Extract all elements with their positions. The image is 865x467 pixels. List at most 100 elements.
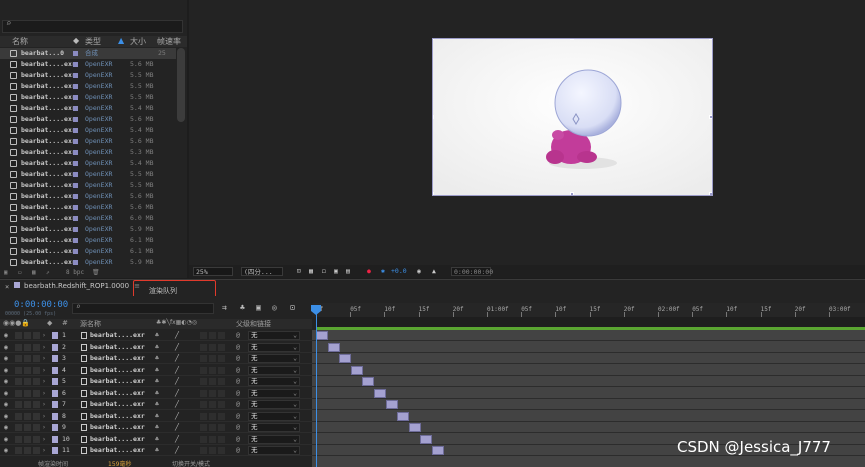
lock-toggle[interactable] [33, 447, 40, 454]
shy-switch-icon[interactable]: ♣ [155, 365, 159, 376]
label-swatch[interactable] [73, 161, 78, 166]
parent-dropdown[interactable]: 无 ⌄ [248, 354, 300, 363]
layer-track[interactable] [312, 353, 865, 364]
solo-toggle[interactable] [24, 378, 31, 385]
new-folder-icon[interactable]: ▭ [18, 269, 22, 276]
project-item[interactable]: bearbat....exr OpenEXR 5.4 MB [0, 103, 176, 114]
expand-chevron-icon[interactable]: › [42, 388, 46, 399]
project-item[interactable]: bearbat....exr OpenEXR 5.6 MB [0, 191, 176, 202]
quality-switch-icon[interactable]: ╱ [175, 353, 179, 364]
quality-switch-icon[interactable]: ╱ [175, 411, 179, 422]
source-name-header[interactable]: 源名称 [80, 319, 101, 329]
switch-box[interactable] [218, 355, 225, 362]
layer-track[interactable] [312, 422, 865, 433]
close-tab-icon[interactable]: × [5, 283, 9, 291]
label-swatch[interactable] [73, 117, 78, 122]
layer-track[interactable] [312, 411, 865, 422]
switch-box[interactable] [218, 447, 225, 454]
bpc-label[interactable]: 8 bpc [66, 269, 84, 276]
shy-switch-icon[interactable]: ♣ [155, 422, 159, 433]
project-item[interactable]: bearbat....exr OpenEXR 5.5 MB [0, 169, 176, 180]
project-item[interactable]: bearbat....exr OpenEXR 5.4 MB [0, 158, 176, 169]
project-item[interactable]: bearbat....exr OpenEXR 5.5 MB [0, 92, 176, 103]
label-swatch[interactable] [73, 227, 78, 232]
switch-box[interactable] [209, 378, 216, 385]
switch-box[interactable] [200, 447, 207, 454]
pickwhip-icon[interactable]: @ [236, 411, 240, 422]
shy-switch-icon[interactable]: ♣ [155, 434, 159, 445]
shy-switch-icon[interactable]: ♣ [155, 376, 159, 387]
lock-toggle[interactable] [33, 435, 40, 443]
label-swatch[interactable] [73, 139, 78, 144]
switch-box[interactable] [218, 366, 225, 374]
audio-toggle[interactable] [15, 401, 22, 408]
pickwhip-icon[interactable]: @ [236, 376, 240, 387]
frame-blend-icon[interactable]: ▣ [256, 303, 261, 312]
audio-toggle[interactable] [15, 447, 22, 454]
parent-dropdown[interactable]: 无 ⌄ [248, 400, 300, 409]
switch-box[interactable] [218, 412, 225, 420]
quality-switch-icon[interactable]: ╱ [175, 376, 179, 387]
layer-label-swatch[interactable] [52, 435, 58, 443]
visibility-eye-icon[interactable]: ◉ [4, 365, 8, 376]
switch-box[interactable] [209, 332, 216, 339]
layer-track[interactable] [312, 330, 865, 341]
zoom-dropdown[interactable]: 25% [193, 267, 233, 276]
label-swatch[interactable] [73, 172, 78, 177]
layer-label-swatch[interactable] [52, 366, 58, 374]
layer-track[interactable] [312, 388, 865, 399]
switch-box[interactable] [209, 447, 216, 454]
shy-switch-icon[interactable]: ♣ [155, 411, 159, 422]
project-item[interactable]: bearbat....exr OpenEXR 5.9 MB [0, 224, 176, 235]
visibility-eye-icon[interactable]: ◉ [4, 330, 8, 341]
solo-toggle[interactable] [24, 355, 31, 362]
switch-box[interactable] [200, 332, 207, 339]
label-swatch[interactable] [73, 260, 78, 265]
expand-chevron-icon[interactable]: › [42, 353, 46, 364]
toggle-switches-modes[interactable]: 切换开关/模式 [172, 459, 210, 467]
label-swatch[interactable] [73, 216, 78, 221]
switch-box[interactable] [200, 343, 207, 351]
column-name[interactable]: 名称 [12, 36, 28, 47]
solo-toggle[interactable] [24, 435, 31, 443]
audio-toggle[interactable] [15, 366, 22, 374]
pickwhip-icon[interactable]: @ [236, 353, 240, 364]
region-icon[interactable]: ⊡ [297, 267, 301, 275]
pickwhip-icon[interactable]: @ [236, 399, 240, 410]
mask-icon[interactable]: ◻ [322, 267, 326, 275]
quality-switch-icon[interactable]: ╱ [175, 422, 179, 433]
label-column-icon[interactable]: ◆ [73, 36, 79, 45]
column-type[interactable]: 类型 [85, 36, 101, 47]
visibility-eye-icon[interactable]: ◉ [4, 376, 8, 387]
parent-dropdown[interactable]: 无 ⌄ [248, 434, 300, 444]
expand-chevron-icon[interactable]: › [42, 422, 46, 433]
switch-box[interactable] [200, 389, 207, 397]
label-swatch[interactable] [73, 238, 78, 243]
switch-box[interactable] [200, 424, 207, 431]
comp-flowchart-icon[interactable]: ⇉ [222, 303, 227, 312]
layer-search-input[interactable]: ⌕ [72, 302, 214, 314]
tab-composition[interactable]: bearbath.Redshift_ROP1.0000 ≡ [14, 282, 140, 290]
layer-clip[interactable] [385, 400, 398, 409]
layer-row[interactable]: ◉ › 8 bearbat....exr ♣ ╱ @ 无 ⌄ [0, 411, 312, 422]
interpret-footage-icon[interactable]: ▣ [4, 269, 8, 276]
switch-box[interactable] [200, 378, 207, 385]
pickwhip-icon[interactable]: @ [236, 445, 240, 456]
layer-clip[interactable] [339, 354, 352, 363]
parent-dropdown[interactable]: 无 ⌄ [248, 331, 300, 340]
pickwhip-icon[interactable]: @ [236, 342, 240, 353]
parent-dropdown[interactable]: 无 ⌄ [248, 411, 300, 421]
audio-toggle[interactable] [15, 378, 22, 385]
switch-box[interactable] [218, 343, 225, 351]
project-item[interactable]: bearbat....exr OpenEXR 6.1 MB [0, 235, 176, 246]
quality-switch-icon[interactable]: ╱ [175, 330, 179, 341]
layer-row[interactable]: ◉ › 3 bearbat....exr ♣ ╱ @ 无 ⌄ [0, 353, 312, 364]
audio-toggle[interactable] [15, 355, 22, 362]
parent-dropdown[interactable]: 无 ⌄ [248, 388, 300, 398]
trash-icon[interactable]: 🗑 [92, 269, 100, 276]
visibility-eye-icon[interactable]: ◉ [4, 399, 8, 410]
label-swatch[interactable] [73, 183, 78, 188]
parent-link-header[interactable]: 父级和链接 [236, 319, 271, 329]
parent-dropdown[interactable]: 无 ⌄ [248, 423, 300, 432]
layer-label-swatch[interactable] [52, 389, 58, 397]
